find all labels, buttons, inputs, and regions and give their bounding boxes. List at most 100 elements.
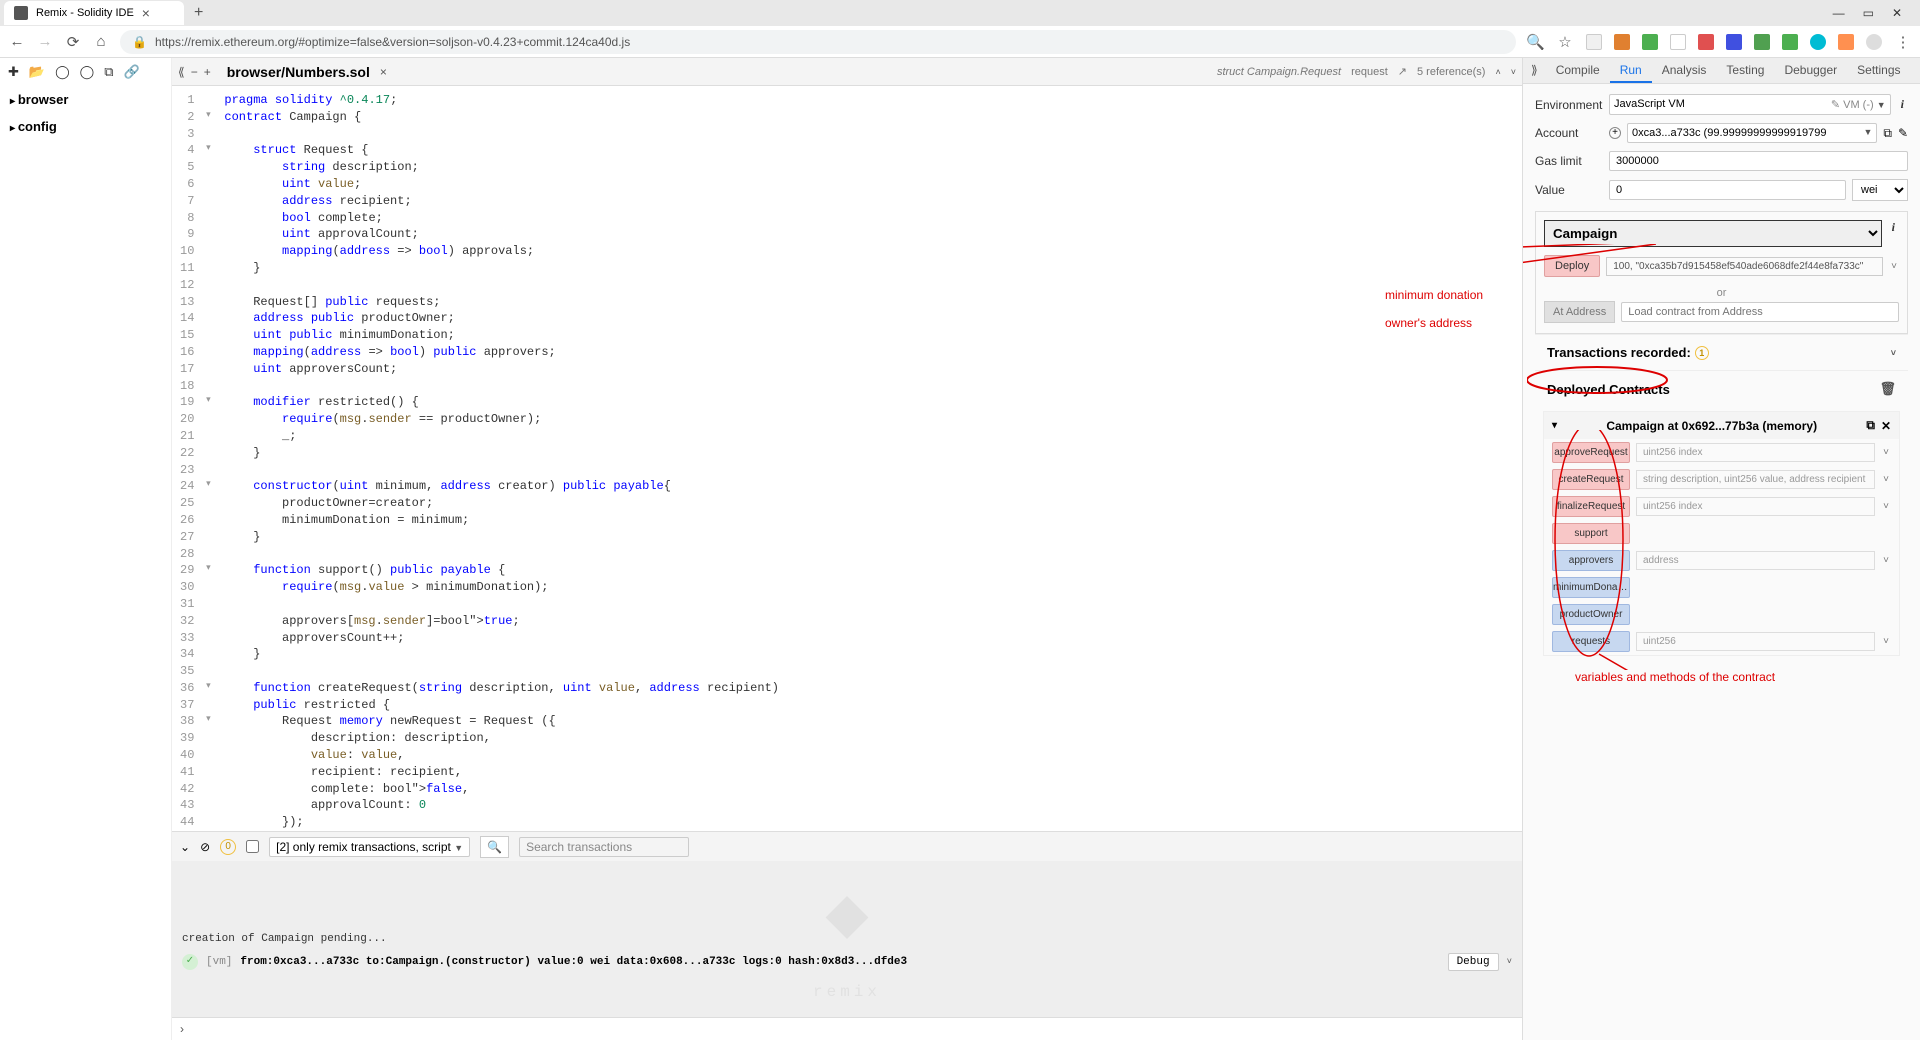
contract-select[interactable]: Campaign [1544,220,1882,247]
copy-address-icon[interactable]: ⧉ [1866,418,1875,433]
jump-icon[interactable]: ↗ [1398,65,1407,78]
search-icon[interactable]: 🔍 [480,836,509,858]
chevron-down-icon[interactable]: ˅ [1891,348,1896,358]
close-window-icon[interactable]: ✕ [1892,6,1902,20]
ext-icon-10[interactable] [1838,34,1854,50]
transactions-recorded-header[interactable]: Transactions recorded:1 ˅ [1535,334,1908,370]
tab-testing[interactable]: Testing [1716,58,1774,83]
tab-run[interactable]: Run [1610,58,1652,83]
chevron-down-icon[interactable]: ˅ [1881,447,1891,458]
zoom-in-icon[interactable]: + [204,65,211,79]
fn-minimumDonation-button[interactable]: minimumDonation [1552,577,1630,598]
account-select[interactable]: 0xca3...a733c (99.99999999999919799▼ [1627,123,1877,143]
value-input[interactable] [1609,180,1846,200]
fn-requests-args-input[interactable]: uint256 [1636,632,1875,651]
debug-button[interactable]: Debug [1448,953,1499,971]
txn-expand-icon[interactable]: ˅ [1507,957,1512,967]
collapse-contract-icon[interactable]: ▾ [1552,420,1557,431]
zoom-out-icon[interactable]: − [191,65,198,79]
tab-settings[interactable]: Settings [1847,58,1910,83]
forward-icon[interactable]: → [36,33,54,50]
tree-item-config[interactable]: config [0,113,171,140]
browser-tab[interactable]: Remix - Solidity IDE × [4,1,184,25]
value-unit-select[interactable]: wei [1852,179,1908,201]
ext-icon-7[interactable] [1754,34,1770,50]
code-content[interactable]: pragma solidity ^0.4.17;contract Campaig… [214,86,789,831]
fn-support-button[interactable]: support [1552,523,1630,544]
back-icon[interactable]: ← [8,33,26,50]
reload-icon[interactable]: ⟳ [64,33,82,51]
info-icon[interactable]: i [1888,220,1899,247]
fn-productOwner-button[interactable]: productOwner [1552,604,1630,625]
github-alt-icon[interactable]: ◯ [80,64,95,80]
gas-limit-input[interactable] [1609,151,1908,171]
account-add-icon[interactable]: + [1609,127,1621,139]
copy-icon[interactable]: ⧉ [104,64,113,80]
ref-up-icon[interactable]: ˄ [1495,67,1500,77]
tab-close-icon[interactable]: × [142,5,150,21]
collapse-panel-icon[interactable]: ⟪ [178,65,185,79]
fn-approvers-args-input[interactable]: address [1636,551,1875,570]
ext-icon-4[interactable] [1670,34,1686,50]
minimize-icon[interactable]: — [1833,6,1845,20]
ext-icon-8[interactable] [1782,34,1798,50]
console-prompt[interactable]: › [172,1017,1522,1040]
ext-icon-3[interactable] [1642,34,1658,50]
console-expand-icon[interactable]: ⌄ [180,840,190,854]
new-file-icon[interactable]: ✚ [8,64,19,80]
ext-icon-6[interactable] [1726,34,1742,50]
fn-finalizeRequest-args-input[interactable]: uint256 index [1636,497,1875,516]
maximize-icon[interactable]: ▭ [1863,6,1874,20]
remove-instance-icon[interactable]: ✕ [1881,419,1891,433]
url-input[interactable]: 🔒 https://remix.ethereum.org/#optimize=f… [120,30,1516,54]
tree-item-browser[interactable]: browser [0,86,171,113]
edit-account-icon[interactable]: ✎ [1898,126,1908,140]
ext-icon-2[interactable] [1614,34,1630,50]
open-folder-icon[interactable]: 📂 [29,64,45,80]
ref-down-icon[interactable]: ˅ [1511,67,1516,77]
trash-icon[interactable]: 🗑 [1879,381,1896,397]
menu-icon[interactable]: ⋮ [1894,33,1912,51]
panel-collapse-icon[interactable]: ⟫ [1523,58,1546,83]
fn-approveRequest-button[interactable]: approveRequest [1552,442,1630,463]
search-transactions-input[interactable]: Search transactions [519,837,689,857]
fn-createRequest-args-input[interactable]: string description, uint256 value, addre… [1636,470,1875,489]
chevron-down-icon[interactable]: ˅ [1881,501,1891,512]
ext-icon-1[interactable] [1586,34,1602,50]
active-file-tab[interactable]: browser/Numbers.sol [227,64,370,80]
chevron-down-icon[interactable]: ˅ [1881,474,1891,485]
transaction-row[interactable]: ✓ [vm] from:0xca3...a733c to:Campaign.(c… [182,953,1512,971]
info-icon[interactable]: i [1897,97,1908,112]
chevron-down-icon[interactable]: ˅ [1881,555,1891,566]
fn-approveRequest-args-input[interactable]: uint256 index [1636,443,1875,462]
ext-icon-5[interactable] [1698,34,1714,50]
tab-compile[interactable]: Compile [1546,58,1610,83]
at-address-button[interactable]: At Address [1544,301,1615,323]
avatar-icon[interactable] [1866,34,1882,50]
console-clear-icon[interactable]: ⊘ [200,840,210,854]
ext-icon-9[interactable] [1810,34,1826,50]
github-icon[interactable]: ◯ [55,64,70,80]
fn-finalizeRequest-button[interactable]: finalizeRequest [1552,496,1630,517]
copy-account-icon[interactable]: ⧉ [1883,126,1892,141]
environment-select[interactable]: JavaScript VM✎ VM (-) ▼ [1609,94,1891,115]
home-icon[interactable]: ⌂ [92,33,110,50]
tab-support[interactable]: Support [1911,58,1920,83]
expand-args-icon[interactable]: ˅ [1889,261,1899,272]
deploy-button[interactable]: Deploy [1544,255,1600,277]
txn-filter-dropdown[interactable]: [2] only remix transactions, script ▼ [269,837,470,857]
fn-requests-button[interactable]: requests [1552,631,1630,652]
code-editor[interactable]: 1234567891011121314151617181920212223242… [172,86,1522,831]
zoom-icon[interactable]: 🔍 [1526,33,1544,51]
tab-debugger[interactable]: Debugger [1774,58,1847,83]
bookmark-icon[interactable]: ☆ [1556,33,1574,51]
tab-analysis[interactable]: Analysis [1652,58,1717,83]
new-tab-button[interactable]: + [184,4,213,22]
fn-approvers-button[interactable]: approvers [1552,550,1630,571]
at-address-input[interactable] [1621,302,1899,322]
deploy-args-input[interactable]: 100, "0xca35b7d915458ef540ade6068dfe2f44… [1606,257,1883,276]
link-icon[interactable]: 🔗 [124,64,140,80]
close-file-icon[interactable]: × [376,65,391,79]
chevron-down-icon[interactable]: ˅ [1881,636,1891,647]
fn-createRequest-button[interactable]: createRequest [1552,469,1630,490]
